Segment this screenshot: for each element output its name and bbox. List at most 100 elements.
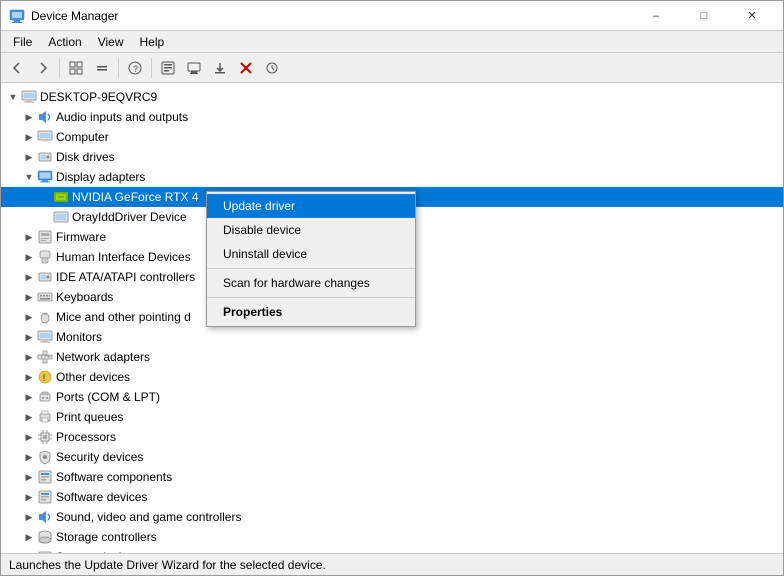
tree-item-ports[interactable]: ▶ Ports (COM & LPT) bbox=[1, 387, 783, 407]
monitors-label: Monitors bbox=[56, 330, 102, 344]
tree-item-audio[interactable]: ▶ Audio inputs and outputs bbox=[1, 107, 783, 127]
tree-item-security[interactable]: ▶ Security devices bbox=[1, 447, 783, 467]
tree-item-swdev[interactable]: ▶ Software devices bbox=[1, 487, 783, 507]
ide-expand[interactable]: ▶ bbox=[21, 269, 37, 285]
computer-icon bbox=[21, 89, 37, 105]
mice-icon bbox=[37, 309, 53, 325]
firmware-label: Firmware bbox=[56, 230, 106, 244]
display-expand[interactable]: ▼ bbox=[21, 169, 37, 185]
audio-expand[interactable]: ▶ bbox=[21, 109, 37, 125]
computer-item-icon bbox=[37, 129, 53, 145]
computer-label: Computer bbox=[56, 130, 109, 144]
swdev-icon bbox=[37, 489, 53, 505]
tree-item-swcomp[interactable]: ▶ Software components bbox=[1, 467, 783, 487]
menu-bar: File Action View Help bbox=[1, 31, 783, 53]
tree-item-processors[interactable]: ▶ Processors bbox=[1, 427, 783, 447]
tree-item-network[interactable]: ▶ Network adapters bbox=[1, 347, 783, 367]
tree-item-monitors[interactable]: ▶ Monitors bbox=[1, 327, 783, 347]
app-icon bbox=[9, 8, 25, 24]
ports-expand[interactable]: ▶ bbox=[21, 389, 37, 405]
tree-item-system[interactable]: ▶ System devices bbox=[1, 547, 783, 553]
tree-item-disk[interactable]: ▶ Disk drives bbox=[1, 147, 783, 167]
ctx-scan-changes[interactable]: Scan for hardware changes bbox=[207, 271, 415, 295]
ctx-update-driver[interactable]: Update driver bbox=[207, 194, 415, 218]
other-label: Other devices bbox=[56, 370, 130, 384]
collapse-all-button[interactable] bbox=[90, 56, 114, 80]
system-icon bbox=[37, 549, 53, 553]
update-driver-button[interactable] bbox=[208, 56, 232, 80]
network-expand[interactable]: ▶ bbox=[21, 349, 37, 365]
svg-text:?: ? bbox=[133, 64, 138, 74]
keyboard-icon bbox=[37, 289, 53, 305]
forward-button[interactable] bbox=[31, 56, 55, 80]
tree-item-print[interactable]: ▶ Print queues bbox=[1, 407, 783, 427]
mice-expand[interactable]: ▶ bbox=[21, 309, 37, 325]
ctx-uninstall-device[interactable]: Uninstall device bbox=[207, 242, 415, 266]
maximize-button[interactable]: □ bbox=[681, 1, 727, 31]
display-button[interactable] bbox=[182, 56, 206, 80]
expand-all-button[interactable] bbox=[64, 56, 88, 80]
processors-expand[interactable]: ▶ bbox=[21, 429, 37, 445]
root-label: DESKTOP-9EQVRC9 bbox=[40, 90, 157, 104]
swcomp-expand[interactable]: ▶ bbox=[21, 469, 37, 485]
sound-icon bbox=[37, 509, 53, 525]
keyboard-expand[interactable]: ▶ bbox=[21, 289, 37, 305]
help-button[interactable]: ? bbox=[123, 56, 147, 80]
status-text: Launches the Update Driver Wizard for th… bbox=[9, 558, 326, 572]
firmware-expand[interactable]: ▶ bbox=[21, 229, 37, 245]
close-button[interactable]: ✕ bbox=[729, 1, 775, 31]
print-icon bbox=[37, 409, 53, 425]
svg-text:!: ! bbox=[43, 373, 46, 383]
mice-label: Mice and other pointing d bbox=[56, 310, 191, 324]
window-controls: – □ ✕ bbox=[633, 1, 775, 31]
security-label: Security devices bbox=[56, 450, 143, 464]
sound-expand[interactable]: ▶ bbox=[21, 509, 37, 525]
hid-expand[interactable]: ▶ bbox=[21, 249, 37, 265]
system-expand[interactable]: ▶ bbox=[21, 549, 37, 553]
window-title: Device Manager bbox=[31, 9, 633, 23]
tree-item-other[interactable]: ▶ ! Other devices bbox=[1, 367, 783, 387]
root-expand[interactable]: ▼ bbox=[5, 89, 21, 105]
tree-root[interactable]: ▼ DESKTOP-9EQVRC9 bbox=[1, 87, 783, 107]
disk-expand[interactable]: ▶ bbox=[21, 149, 37, 165]
hid-icon bbox=[37, 249, 53, 265]
back-button[interactable] bbox=[5, 56, 29, 80]
security-icon bbox=[37, 449, 53, 465]
security-expand[interactable]: ▶ bbox=[21, 449, 37, 465]
swcomp-icon bbox=[37, 469, 53, 485]
tree-item-display[interactable]: ▼ Display adapters bbox=[1, 167, 783, 187]
keyboard-label: Keyboards bbox=[56, 290, 113, 304]
tree-item-computer[interactable]: ▶ Computer bbox=[1, 127, 783, 147]
menu-help[interactable]: Help bbox=[132, 33, 173, 51]
computer-expand[interactable]: ▶ bbox=[21, 129, 37, 145]
tree-item-sound[interactable]: ▶ Sound, video and game controllers bbox=[1, 507, 783, 527]
content-area: ▼ DESKTOP-9EQVRC9 ▶ bbox=[1, 83, 783, 553]
swdev-label: Software devices bbox=[56, 490, 147, 504]
toolbar-sep-2 bbox=[118, 58, 119, 78]
ports-icon bbox=[37, 389, 53, 405]
tree-item-storage[interactable]: ▶ Storage controllers bbox=[1, 527, 783, 547]
storage-expand[interactable]: ▶ bbox=[21, 529, 37, 545]
processors-icon bbox=[37, 429, 53, 445]
swdev-expand[interactable]: ▶ bbox=[21, 489, 37, 505]
print-expand[interactable]: ▶ bbox=[21, 409, 37, 425]
menu-action[interactable]: Action bbox=[40, 33, 89, 51]
other-expand[interactable]: ▶ bbox=[21, 369, 37, 385]
menu-view[interactable]: View bbox=[90, 33, 132, 51]
properties-button[interactable] bbox=[156, 56, 180, 80]
disk-icon bbox=[37, 149, 53, 165]
remove-button[interactable] bbox=[234, 56, 258, 80]
network-icon bbox=[37, 349, 53, 365]
menu-file[interactable]: File bbox=[5, 33, 40, 51]
scan-button[interactable] bbox=[260, 56, 284, 80]
ctx-sep-2 bbox=[207, 297, 415, 298]
toolbar-sep-3 bbox=[151, 58, 152, 78]
monitors-expand[interactable]: ▶ bbox=[21, 329, 37, 345]
swcomp-label: Software components bbox=[56, 470, 172, 484]
nvidia-icon bbox=[53, 189, 69, 205]
minimize-button[interactable]: – bbox=[633, 1, 679, 31]
ctx-properties[interactable]: Properties bbox=[207, 300, 415, 324]
audio-icon bbox=[37, 109, 53, 125]
ctx-disable-device[interactable]: Disable device bbox=[207, 218, 415, 242]
ctx-sep-1 bbox=[207, 268, 415, 269]
